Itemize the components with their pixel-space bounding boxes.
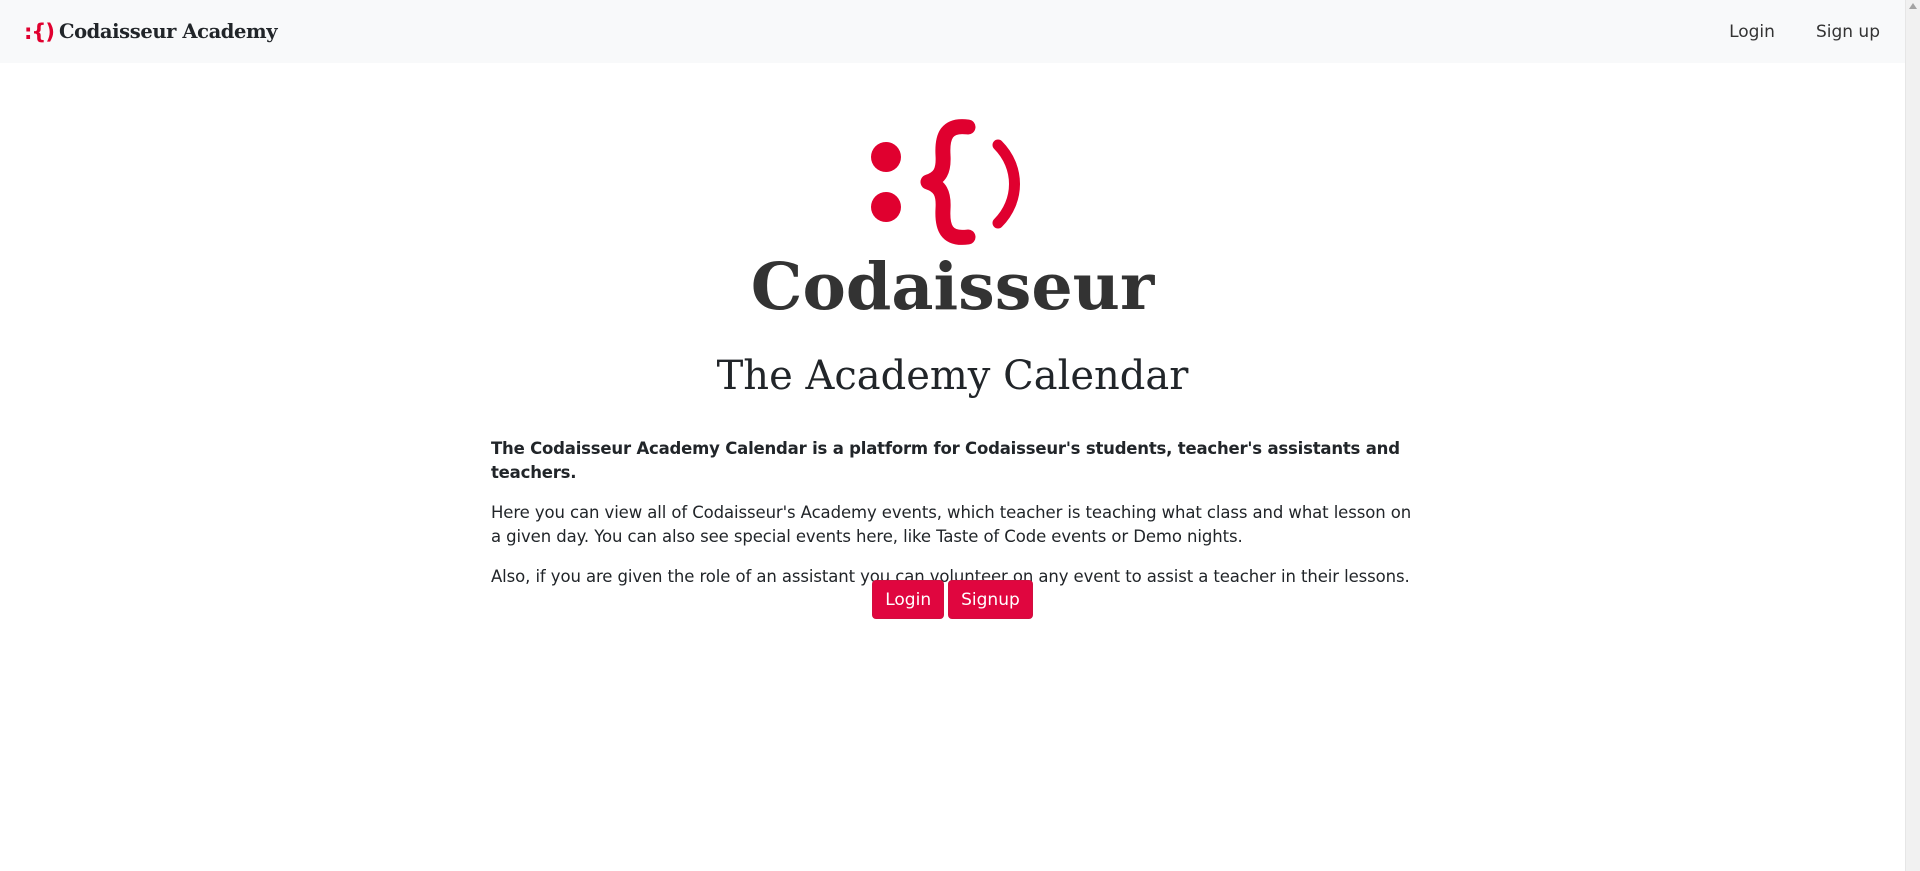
codaisseur-hero-logo-icon	[871, 119, 1020, 245]
signup-button[interactable]: Signup	[948, 580, 1033, 619]
hero-wordmark: Codaisseur	[750, 249, 1155, 325]
scroll-up-arrow-icon[interactable]	[1909, 3, 1917, 9]
nav-signup-link[interactable]: Sign up	[1816, 22, 1880, 42]
navbar: :{) Codaisseur Academy Login Sign up	[0, 0, 1905, 63]
logo-paren	[992, 139, 1020, 229]
logo-colon-bottom	[871, 192, 901, 222]
navbar-brand[interactable]: :{) Codaisseur Academy	[24, 19, 278, 44]
codaisseur-logo-icon: :{)	[24, 19, 55, 44]
intro-text: The Codaisseur Academy Calendar is a pla…	[491, 439, 1400, 482]
nav-links: Login Sign up	[1688, 22, 1880, 42]
logo-colon-top	[871, 142, 901, 172]
nav-login-link[interactable]: Login	[1729, 22, 1775, 42]
main-content: Codaisseur The Academy Calendar The Coda…	[0, 63, 1905, 871]
page-title: The Academy Calendar	[716, 353, 1189, 399]
description-paragraph: Here you can view all of Codaisseur's Ac…	[491, 503, 1412, 546]
action-buttons: Login Signup	[0, 580, 1905, 619]
vertical-scrollbar[interactable]	[1905, 0, 1920, 871]
brand-name: Codaisseur Academy	[58, 20, 278, 43]
login-button[interactable]: Login	[872, 580, 945, 619]
logo-brace	[920, 119, 976, 245]
